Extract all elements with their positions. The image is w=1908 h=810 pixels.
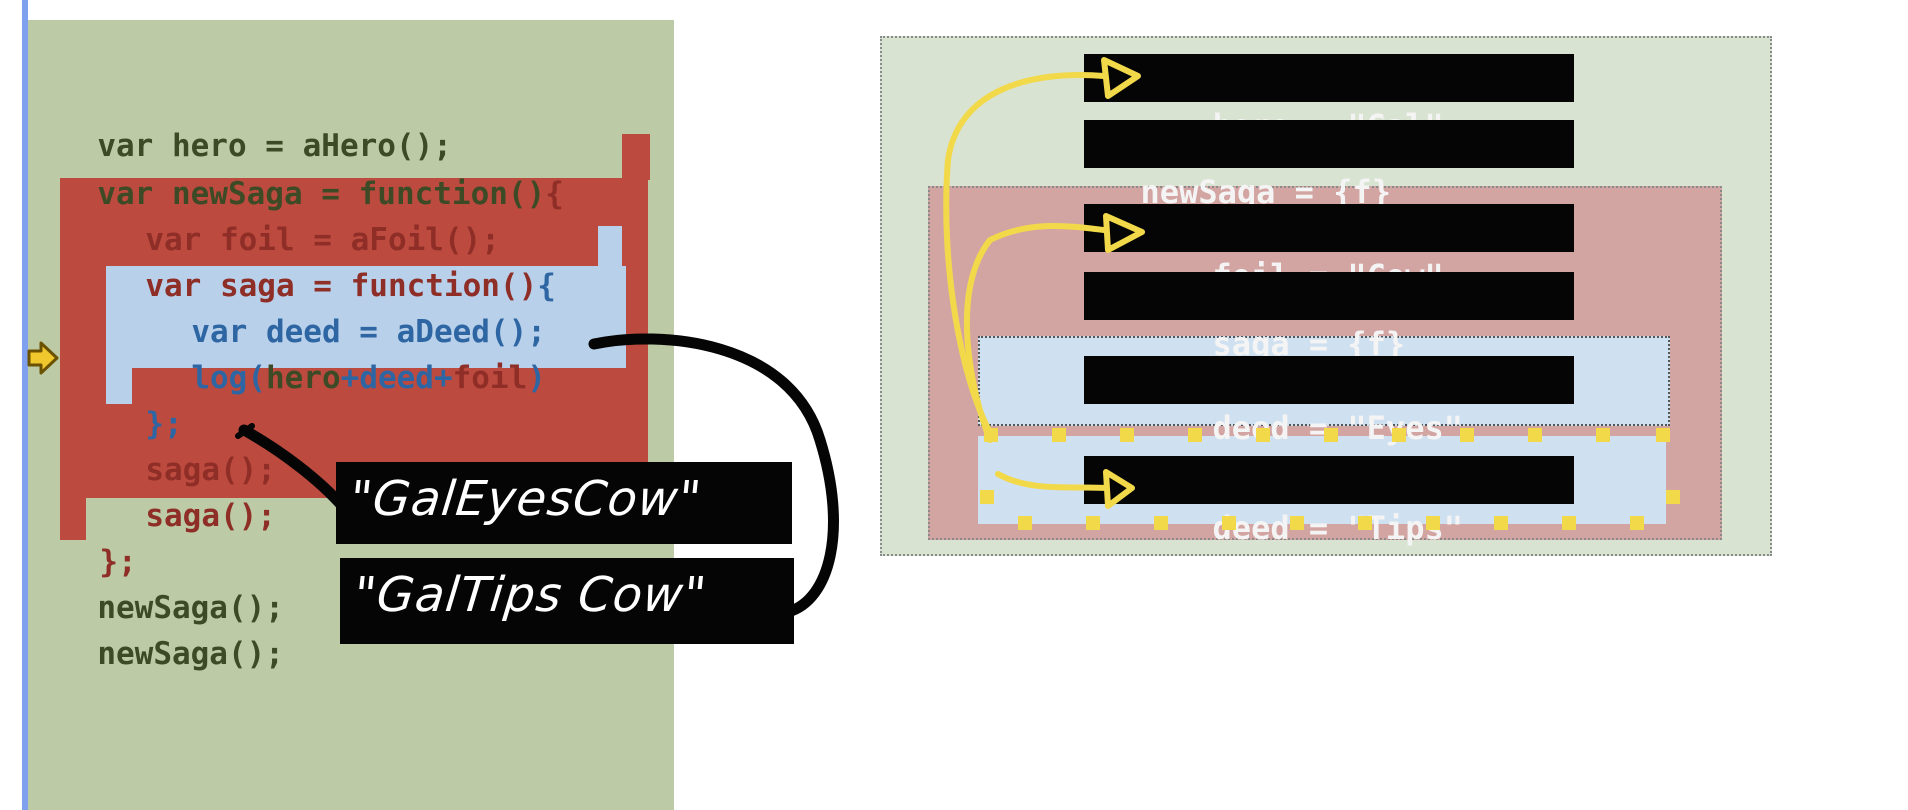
code-token-deed: deed bbox=[359, 360, 434, 396]
code-text: newSaga(); bbox=[97, 636, 284, 672]
code-line-5: var deed = aDeed(); bbox=[154, 272, 546, 350]
var-newsaga: newSaga = {f} bbox=[1084, 120, 1574, 211]
output-text-1: "GalEyesCow" bbox=[347, 471, 705, 527]
var-foil: foil = "Cow" bbox=[1084, 204, 1574, 295]
var-deed-tips: deed = "Tips" bbox=[1084, 456, 1574, 547]
code-token-foil: foil bbox=[452, 360, 528, 396]
output-text-2: "GalTips Cow" bbox=[351, 567, 710, 623]
code-line-1: var hero = aHero(); bbox=[60, 86, 452, 164]
code-text: ) bbox=[527, 360, 546, 396]
code-line-11: newSaga(); bbox=[60, 548, 284, 626]
newsaga-open-brace-highlight bbox=[622, 134, 650, 180]
code-line-7: }; bbox=[108, 364, 182, 442]
code-token-plus: + bbox=[433, 360, 453, 396]
code-line-6: log(hero+deed+foil) bbox=[154, 318, 546, 396]
code-line-8: saga(); bbox=[108, 410, 276, 488]
output-box-1: "GalEyesCow" bbox=[336, 462, 792, 544]
output-box-2: "GalTips Cow" bbox=[340, 558, 794, 644]
code-brace: { bbox=[545, 176, 564, 212]
code-line-9: saga(); bbox=[108, 456, 276, 534]
saga-open-brace-highlight bbox=[598, 226, 622, 270]
code-line-10: }; bbox=[62, 502, 136, 580]
code-line-2: var newSaga = function(){ bbox=[60, 134, 564, 212]
code-token-hero: hero bbox=[265, 360, 341, 396]
var-saga: saga = {f} bbox=[1084, 272, 1574, 363]
current-line-arrow-icon bbox=[27, 341, 59, 375]
var-hero: hero = "Gal" bbox=[1084, 54, 1574, 145]
code-line-3: var foil = aFoil(); bbox=[108, 180, 500, 258]
code-text: saga(); bbox=[145, 498, 276, 534]
code-line-12: newSaga(); bbox=[60, 594, 284, 672]
code-text: log( bbox=[191, 360, 266, 396]
code-token-plus: + bbox=[340, 360, 360, 396]
var-deed-tips-text: deed = "Tips" bbox=[1212, 509, 1463, 547]
var-deed-eyes: deed = "Eyes" bbox=[1084, 356, 1574, 447]
var-deed-eyes-text: deed = "Eyes" bbox=[1212, 409, 1463, 447]
code-line-4: var saga = function(){ bbox=[108, 226, 556, 304]
